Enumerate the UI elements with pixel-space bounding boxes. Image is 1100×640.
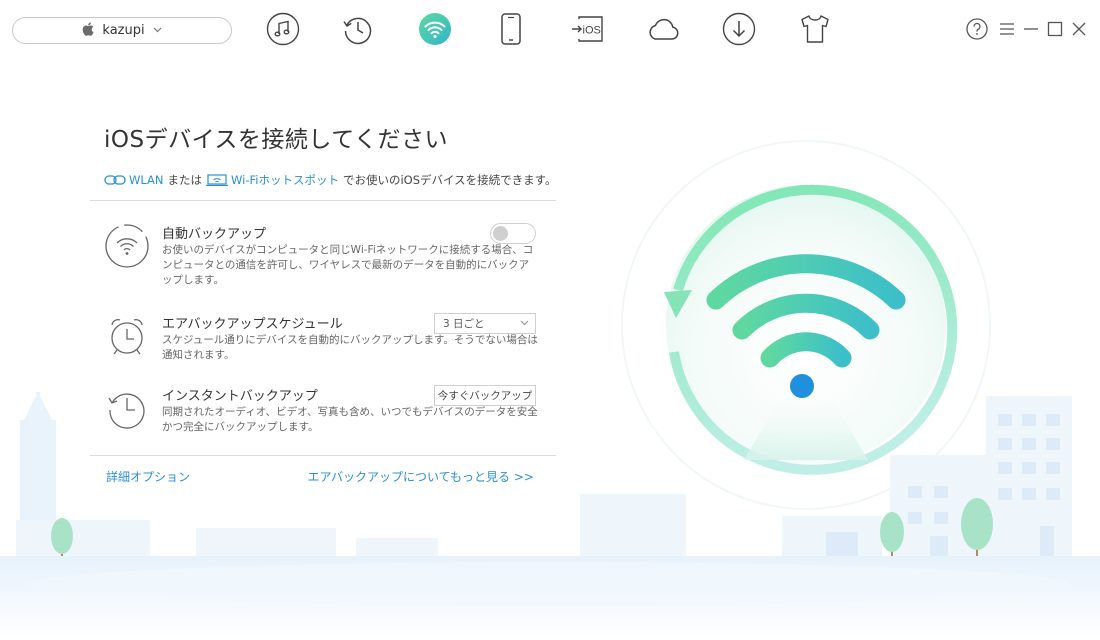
download-icon[interactable] bbox=[722, 12, 756, 46]
music-icon[interactable] bbox=[266, 12, 300, 46]
wifi-signal-icon bbox=[104, 223, 150, 269]
instant-desc: 同期されたオーディオ、ビデオ、写真も含め、いつでもデバイスのデータを安全かつ完全… bbox=[162, 406, 538, 433]
connection-hint: WLAN または Wi-Fiホットスポット でお使いのiOSデバイスを接続できま… bbox=[104, 172, 557, 188]
alarm-clock-icon bbox=[104, 313, 150, 359]
link-icon bbox=[104, 174, 126, 186]
backup-schedule-option: エアバックアップスケジュール スケジュール通りにデバイスを自動的にバックアップし… bbox=[90, 313, 556, 385]
wifi-icon[interactable] bbox=[418, 12, 452, 46]
schedule-title: エアバックアップスケジュール bbox=[162, 317, 343, 332]
or-text: または bbox=[167, 173, 203, 187]
hotspot-icon bbox=[206, 174, 229, 187]
tshirt-icon[interactable] bbox=[798, 12, 832, 46]
air-backup-panel: iOSデバイスを接続してください WLAN または Wi-Fiホットスポット で… bbox=[90, 120, 557, 498]
schedule-value: 3 日ごと bbox=[443, 318, 485, 330]
ios-transfer-icon[interactable]: iOS bbox=[570, 12, 604, 46]
device-name: kazupi bbox=[102, 23, 145, 38]
hint-rest: でお使いのiOSデバイスを接続できます。 bbox=[342, 173, 557, 187]
phone-icon[interactable] bbox=[494, 12, 528, 46]
wlan-link[interactable]: WLAN bbox=[129, 173, 164, 187]
hotspot-link[interactable]: Wi-Fiホットスポット bbox=[231, 172, 339, 188]
menu-icon[interactable] bbox=[996, 18, 1018, 40]
top-toolbar: kazupi iOS bbox=[0, 0, 1100, 62]
auto-backup-title: 自動バックアップ bbox=[162, 227, 267, 242]
minimize-icon[interactable] bbox=[1020, 18, 1042, 40]
page-title: iOSデバイスを接続してください bbox=[104, 127, 449, 153]
learn-more-link[interactable]: エアバックアップについてもっと見る >> bbox=[308, 468, 535, 485]
advanced-options-link[interactable]: 詳細オプション bbox=[106, 468, 190, 485]
auto-backup-desc: お使いのデバイスがコンピュータと同じWi-Fiネットワークに接続する場合、コンピ… bbox=[162, 244, 534, 286]
toggle-knob bbox=[493, 226, 508, 241]
chevron-down-icon bbox=[520, 319, 529, 329]
instant-backup-option: インスタントバックアップ 同期されたオーディオ、ビデオ、写真も含め、いつでもデバ… bbox=[90, 385, 556, 455]
ios-transfer-label: iOS bbox=[583, 25, 601, 37]
backup-now-button[interactable]: 今すぐバックアップ bbox=[434, 385, 536, 406]
close-icon[interactable] bbox=[1068, 18, 1090, 40]
clock-icon bbox=[104, 385, 150, 431]
maximize-icon[interactable] bbox=[1044, 18, 1066, 40]
schedule-select[interactable]: 3 日ごと bbox=[434, 313, 536, 334]
cloud-icon[interactable] bbox=[646, 12, 680, 46]
panel-footer: 詳細オプション エアバックアップについてもっと見る >> bbox=[90, 468, 556, 498]
apple-icon bbox=[82, 21, 94, 40]
help-icon[interactable] bbox=[966, 18, 988, 40]
history-icon[interactable] bbox=[341, 12, 375, 46]
auto-backup-toggle[interactable] bbox=[490, 223, 536, 244]
device-selector[interactable]: kazupi bbox=[12, 17, 232, 44]
schedule-desc: スケジュール通りにデバイスを自動的にバックアップします。そうでない場合は通知され… bbox=[162, 334, 538, 361]
instant-title: インスタントバックアップ bbox=[162, 389, 318, 404]
wifi-hero-illustration bbox=[621, 140, 991, 510]
auto-backup-option: 自動バックアップ お使いのデバイスがコンピュータと同じWi-Fiネットワークに接… bbox=[90, 223, 556, 301]
chevron-down-icon bbox=[153, 25, 162, 36]
divider bbox=[90, 455, 556, 456]
